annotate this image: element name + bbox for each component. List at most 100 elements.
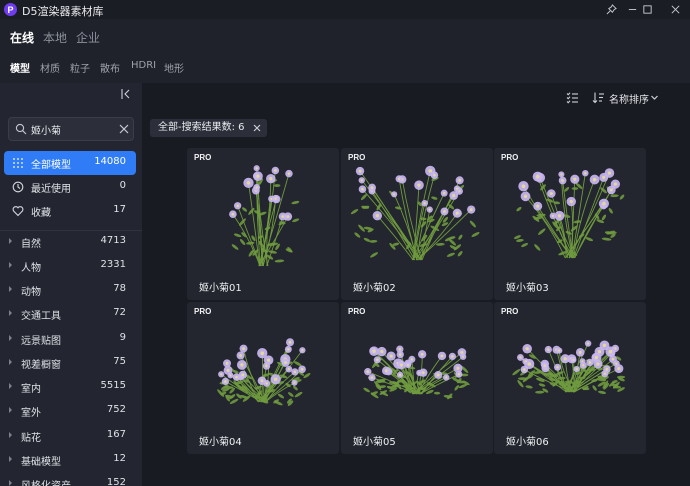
- close-button[interactable]: [660, 0, 690, 19]
- pro-badge: PRO: [348, 153, 366, 162]
- sidebar-item-favorites[interactable]: 收藏 17: [4, 199, 136, 223]
- tab-enterprise[interactable]: 企业: [76, 29, 100, 46]
- category-label: 人物: [21, 263, 41, 274]
- remove-filter-icon[interactable]: [253, 124, 261, 132]
- subtab-models[interactable]: 模型: [10, 60, 30, 75]
- heart-icon: [12, 206, 24, 217]
- category-label: 视差橱窗: [21, 360, 61, 371]
- category-label: 自然: [21, 239, 41, 250]
- asset-card[interactable]: PRO 姬小菊01: [187, 148, 339, 300]
- category-item[interactable]: 动物 78: [4, 279, 136, 301]
- category-label: 远景贴图: [21, 336, 61, 347]
- tab-online[interactable]: 在线: [10, 29, 34, 46]
- sidebar-item-label: 收藏: [31, 208, 51, 219]
- category-count: 72: [113, 307, 126, 318]
- sidebar-item-recent[interactable]: 最近使用 0: [4, 175, 136, 199]
- clear-search-icon[interactable]: [119, 124, 129, 134]
- expand-arrow-icon: [9, 310, 12, 316]
- expand-arrow-icon: [9, 359, 12, 365]
- pro-badge: PRO: [501, 153, 519, 162]
- subtab-materials[interactable]: 材质: [40, 60, 60, 75]
- search-input[interactable]: [31, 121, 115, 137]
- expand-arrow-icon: [9, 335, 12, 341]
- asset-thumbnail: [217, 338, 311, 406]
- checklist-icon[interactable]: [566, 91, 579, 104]
- grid-dots-icon: [13, 158, 23, 168]
- asset-card[interactable]: PRO 姬小菊02: [341, 148, 493, 300]
- category-count: 5515: [100, 380, 126, 391]
- category-item[interactable]: 贴花 167: [4, 425, 136, 447]
- close-icon: [671, 5, 679, 14]
- filter-chip-label: 全部-搜索结果数: 6: [158, 122, 245, 133]
- sort-dropdown[interactable]: 名称排序: [609, 91, 649, 106]
- expand-arrow-icon: [9, 480, 12, 486]
- category-count: 752: [106, 404, 126, 415]
- expand-arrow-icon: [9, 432, 12, 438]
- tab-local[interactable]: 本地: [43, 29, 67, 46]
- asset-name: 姬小菊04: [199, 437, 242, 448]
- asset-card[interactable]: PRO 姬小菊03: [494, 148, 646, 300]
- category-count: 78: [113, 283, 126, 294]
- chevron-down-icon[interactable]: [650, 93, 659, 102]
- category-label: 风格化资产: [21, 477, 71, 486]
- category-item[interactable]: 风格化资产 152: [4, 473, 136, 486]
- category-item[interactable]: 室外 752: [4, 400, 136, 422]
- sidebar-item-count: 14080: [94, 156, 126, 167]
- subtab-terrain[interactable]: 地形: [164, 60, 184, 75]
- asset-thumbnail: [350, 165, 480, 261]
- search-icon: [15, 123, 27, 135]
- expand-arrow-icon: [9, 407, 12, 413]
- subtab-hdri[interactable]: HDRI: [131, 60, 156, 71]
- sidebar: 全部模型 14080 最近使用 0 收藏 17 自然 4713 人物 2331 动物…: [0, 83, 142, 486]
- category-item[interactable]: 视差橱窗 75: [4, 352, 136, 374]
- category-count: 75: [113, 356, 126, 367]
- expand-arrow-icon: [9, 456, 12, 462]
- expand-arrow-icon: [9, 383, 12, 389]
- asset-name: 姬小菊02: [353, 283, 396, 294]
- asset-name: 姬小菊01: [199, 283, 242, 294]
- sidebar-item-label: 最近使用: [31, 184, 71, 195]
- asset-name: 姬小菊05: [353, 437, 396, 448]
- asset-card[interactable]: PRO 姬小菊05: [341, 302, 493, 454]
- maximize-icon: [642, 5, 652, 14]
- asset-card[interactable]: PRO 姬小菊06: [494, 302, 646, 454]
- category-count: 12: [113, 453, 126, 464]
- filter-chip[interactable]: 全部-搜索结果数: 6: [150, 119, 267, 137]
- category-item[interactable]: 远景贴图 9: [4, 328, 136, 350]
- category-item[interactable]: 室内 5515: [4, 376, 136, 398]
- maximize-button[interactable]: [632, 0, 662, 19]
- category-label: 动物: [21, 287, 41, 298]
- search-box[interactable]: [8, 117, 134, 141]
- title-bar: P D5渲染器素材库: [0, 0, 690, 19]
- collapse-sidebar-icon[interactable]: [120, 88, 132, 100]
- asset-thumbnail: [229, 165, 300, 267]
- expand-arrow-icon: [9, 238, 12, 244]
- category-label: 室外: [21, 408, 41, 419]
- history-icon: [12, 181, 24, 193]
- asset-card[interactable]: PRO 姬小菊04: [187, 302, 339, 454]
- main-panel: 名称排序 全部-搜索结果数: 6 PRO 姬小菊01 PRO 姬小菊02 PRO…: [142, 83, 690, 486]
- asset-name: 姬小菊06: [506, 437, 549, 448]
- subtab-scatter[interactable]: 散布: [100, 60, 120, 75]
- category-label: 交通工具: [21, 311, 61, 322]
- category-item[interactable]: 自然 4713: [4, 231, 136, 253]
- asset-thumbnail: [363, 345, 470, 400]
- category-count: 9: [119, 332, 126, 343]
- category-label: 室内: [21, 384, 41, 395]
- asset-thumbnail: [512, 340, 626, 395]
- pro-badge: PRO: [194, 307, 212, 316]
- category-count: 4713: [100, 235, 126, 246]
- category-item[interactable]: 人物 2331: [4, 255, 136, 277]
- category-label: 基础模型: [21, 457, 61, 468]
- category-item[interactable]: 交通工具 72: [4, 303, 136, 325]
- sidebar-item-all-models[interactable]: 全部模型 14080: [4, 151, 136, 175]
- sidebar-item-count: 0: [119, 180, 126, 191]
- pro-badge: PRO: [348, 307, 366, 316]
- category-item[interactable]: 基础模型 12: [4, 449, 136, 471]
- category-count: 152: [106, 477, 126, 486]
- pro-badge: PRO: [194, 153, 212, 162]
- sort-icon[interactable]: [592, 91, 605, 104]
- subtab-particles[interactable]: 粒子: [70, 60, 90, 75]
- sidebar-item-count: 17: [113, 204, 126, 215]
- sidebar-item-label: 全部模型: [31, 160, 71, 171]
